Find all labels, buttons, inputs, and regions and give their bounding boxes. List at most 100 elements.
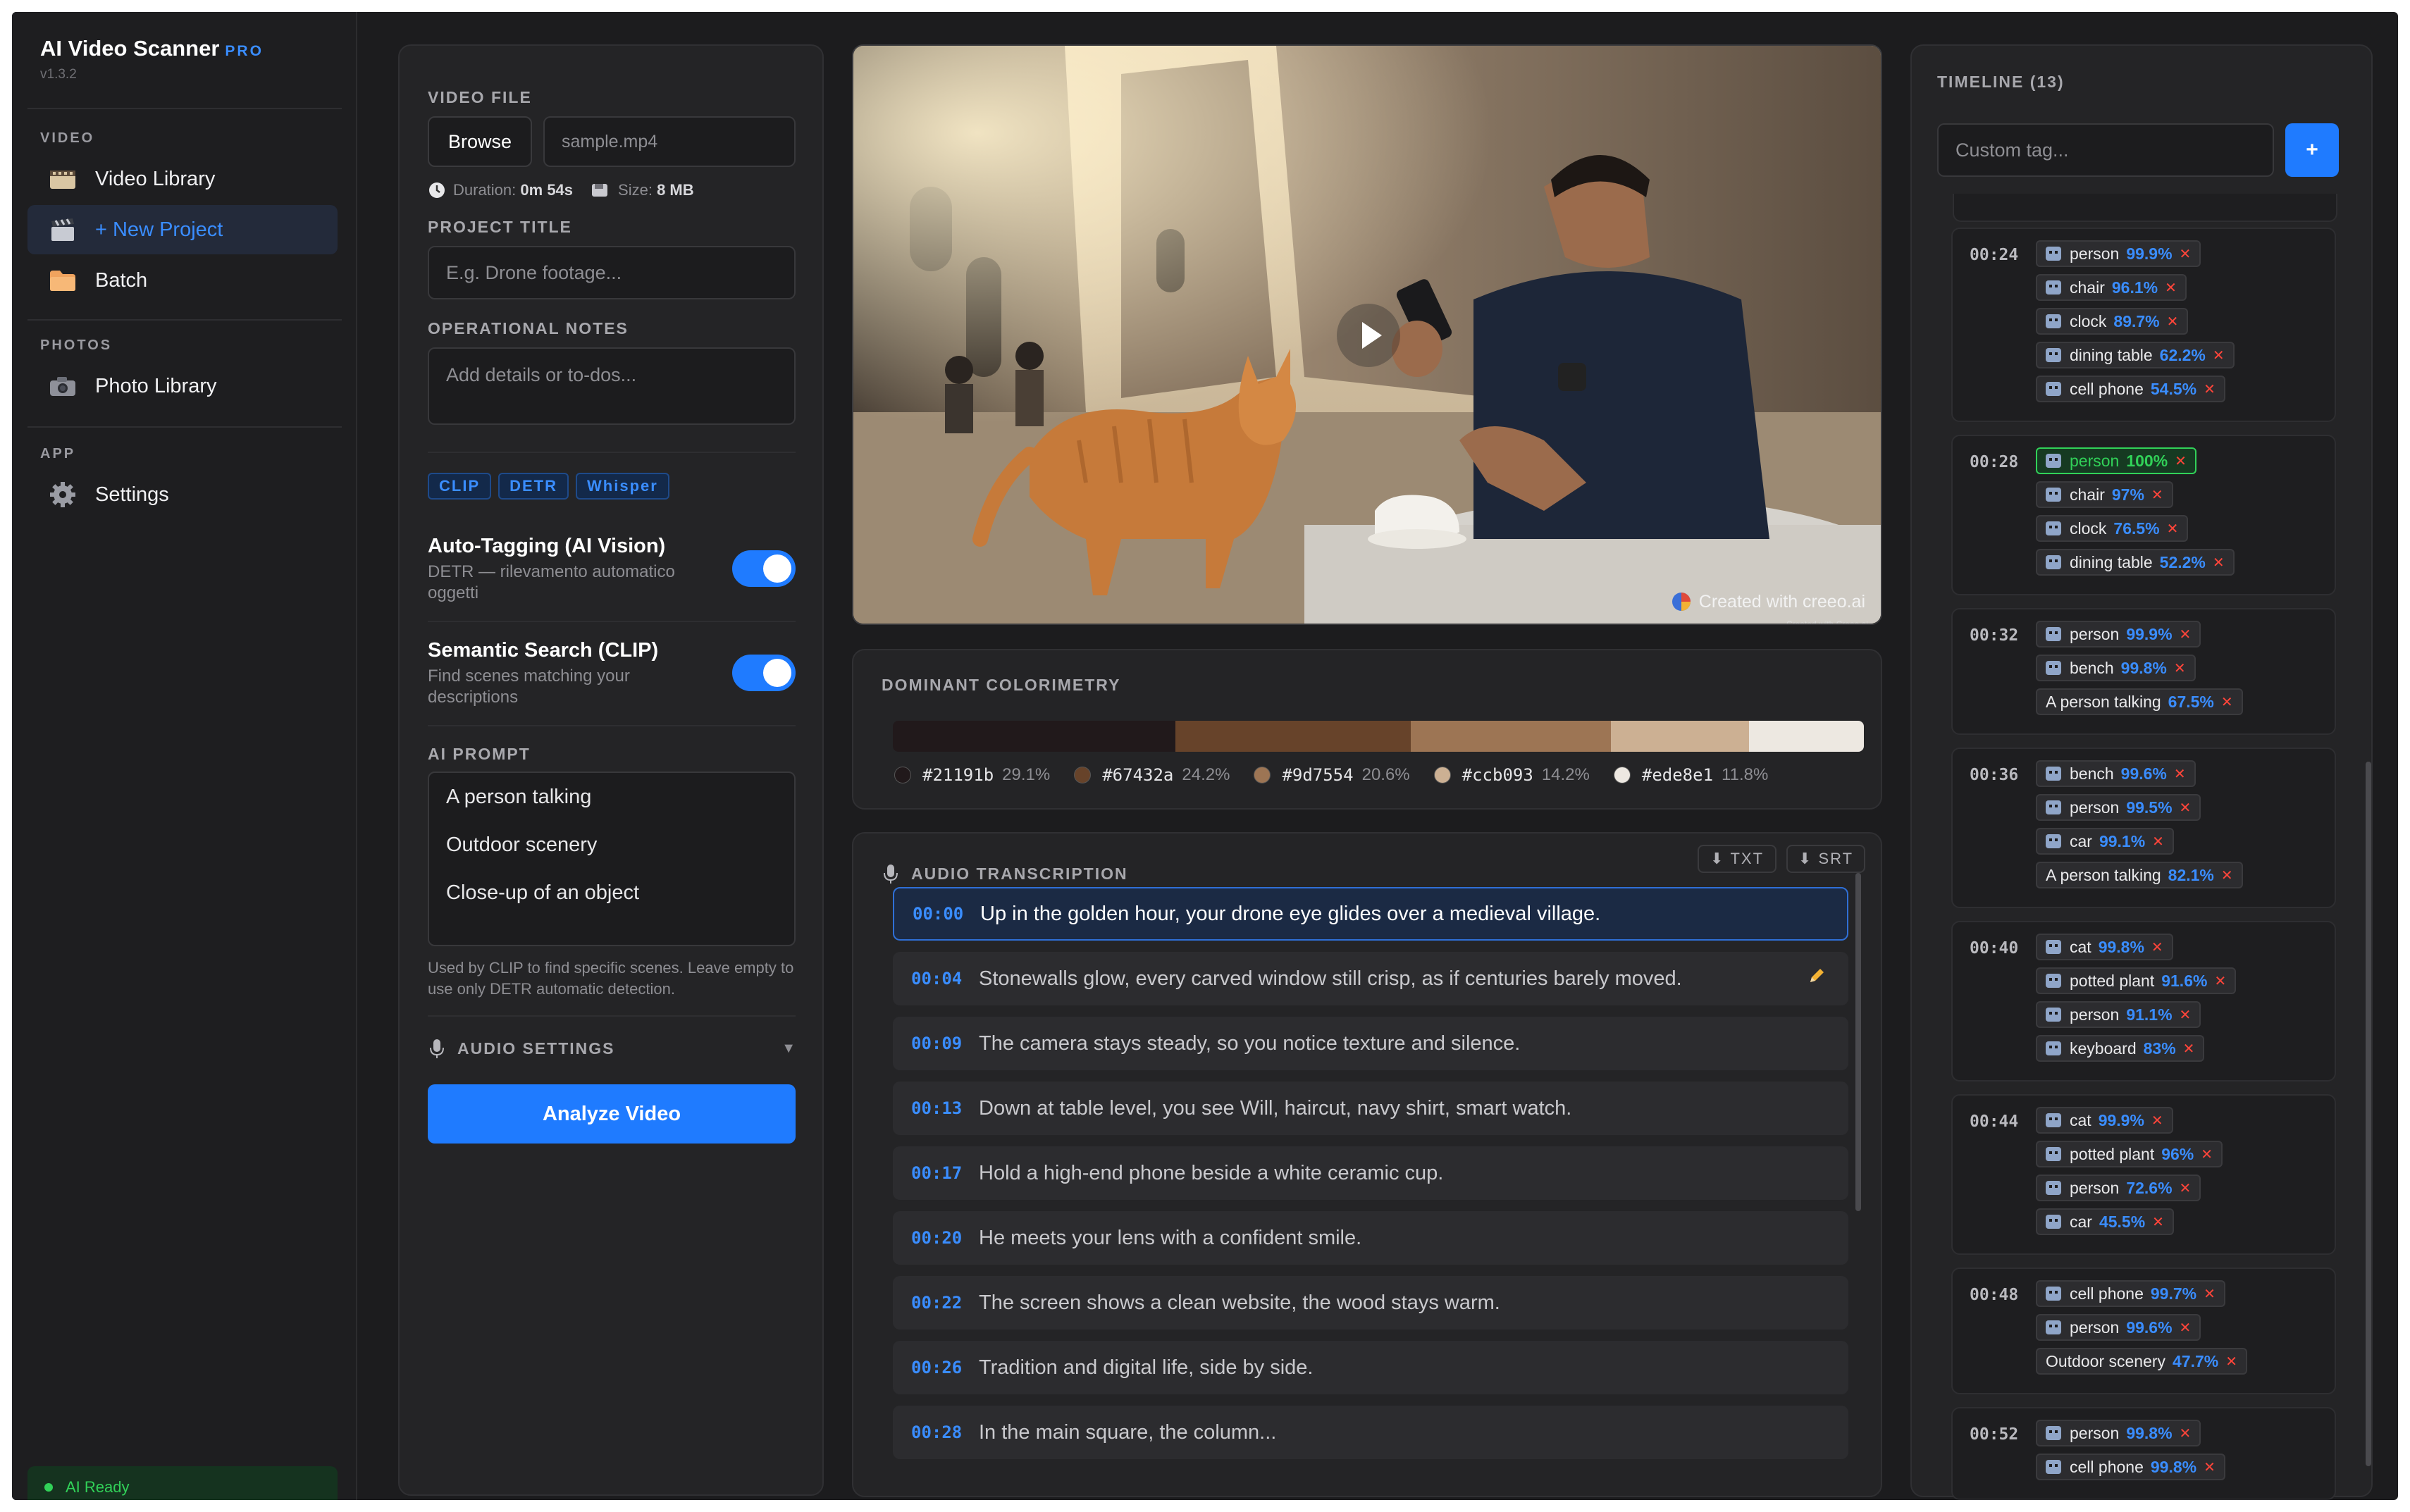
timeline-entry[interactable]: 00:36 bench 99.6% ✕ person 99.5% ✕ car 99.1% ✕ A p… xyxy=(1951,748,2336,908)
tag-chip[interactable]: person 99.9% ✕ xyxy=(2036,240,2201,267)
transcript-row[interactable]: 00:20 He meets your lens with a confident… xyxy=(893,1211,1848,1265)
remove-tag-icon[interactable]: ✕ xyxy=(2180,1006,2192,1024)
notes-textarea[interactable]: Add details or to-dos... xyxy=(428,347,796,425)
tag-chip[interactable]: cat 99.8% ✕ xyxy=(2036,934,2173,960)
remove-tag-icon[interactable]: ✕ xyxy=(2180,1179,2192,1197)
play-button[interactable] xyxy=(1337,304,1400,367)
download-srt-button[interactable]: ⬇ SRT xyxy=(1786,845,1865,873)
tag-chip[interactable]: person 99.9% ✕ xyxy=(2036,621,2201,647)
auto-tagging-toggle[interactable] xyxy=(732,550,796,587)
timeline-entry[interactable]: 00:24 person 99.9% ✕ chair 96.1% ✕ clock 89.7% ✕ d… xyxy=(1951,228,2336,422)
transcript-row[interactable]: 00:22 The screen shows a clean website, t… xyxy=(893,1276,1848,1330)
tag-chip[interactable]: bench 99.8% ✕ xyxy=(2036,655,2196,681)
tag-chip[interactable]: person 72.6% ✕ xyxy=(2036,1175,2201,1201)
tag-chip[interactable]: car 45.5% ✕ xyxy=(2036,1208,2174,1235)
remove-tag-icon[interactable]: ✕ xyxy=(2174,765,2186,783)
tag-confidence: 72.6% xyxy=(2126,1178,2173,1197)
tag-chip[interactable]: bench 99.6% ✕ xyxy=(2036,760,2196,787)
sidebar-item-settings[interactable]: Settings xyxy=(27,470,338,519)
remove-tag-icon[interactable]: ✕ xyxy=(2151,1112,2163,1129)
transcript-row[interactable]: 00:26 Tradition and digital life, side by… xyxy=(893,1341,1848,1394)
remove-tag-icon[interactable]: ✕ xyxy=(2151,938,2163,956)
tag-chip[interactable]: Outdoor scenery 47.7% ✕ xyxy=(2036,1348,2248,1375)
file-name-field[interactable]: sample.mp4 xyxy=(543,116,796,167)
tag-chip[interactable]: person 91.1% ✕ xyxy=(2036,1001,2201,1028)
custom-tag-input[interactable]: Custom tag... xyxy=(1937,123,2274,177)
transcription-scrollbar[interactable] xyxy=(1855,873,1861,1211)
ai-status-badge: AI Ready xyxy=(27,1466,338,1500)
timeline-entry[interactable]: 00:40 cat 99.8% ✕ potted plant 91.6% ✕ person 91… xyxy=(1951,921,2336,1082)
remove-tag-icon[interactable]: ✕ xyxy=(2204,380,2216,398)
tag-chip[interactable]: person 99.5% ✕ xyxy=(2036,794,2201,821)
remove-tag-icon[interactable]: ✕ xyxy=(2180,1425,2192,1442)
video-player[interactable]: Created with creeo.ai Created with Creeo… xyxy=(852,44,1882,625)
tag-chip[interactable]: A person talking 67.5% ✕ xyxy=(2036,688,2243,715)
transcript-row[interactable]: 00:09 The camera stays steady, so you not… xyxy=(893,1017,1848,1070)
timeline-scrollbar[interactable] xyxy=(2366,762,2371,1466)
tag-chip[interactable]: person 99.6% ✕ xyxy=(2036,1314,2201,1341)
remove-tag-icon[interactable]: ✕ xyxy=(2152,1213,2164,1231)
transcript-row[interactable]: 00:17 Hold a high-end phone beside a whit… xyxy=(893,1146,1848,1200)
remove-tag-icon[interactable]: ✕ xyxy=(2213,554,2225,571)
remove-tag-icon[interactable]: ✕ xyxy=(2174,659,2186,677)
tag-chip[interactable]: cell phone 99.8% ✕ xyxy=(2036,1454,2225,1480)
remove-tag-icon[interactable]: ✕ xyxy=(2175,452,2187,470)
sidebar-item-batch[interactable]: Batch xyxy=(27,256,338,305)
remove-tag-icon[interactable]: ✕ xyxy=(2183,1040,2195,1058)
add-tag-button[interactable]: + xyxy=(2285,123,2339,177)
project-title-input[interactable]: E.g. Drone footage... xyxy=(428,246,796,299)
transcript-row[interactable]: 00:13 Down at table level, you see Will, … xyxy=(893,1082,1848,1135)
tag-chip[interactable]: clock 76.5% ✕ xyxy=(2036,515,2189,542)
tag-chip[interactable]: potted plant 91.6% ✕ xyxy=(2036,967,2237,994)
transcript-row[interactable]: 00:04 Stonewalls glow, every carved windo… xyxy=(893,952,1848,1005)
transcript-row[interactable]: 00:28 In the main square, the column... xyxy=(893,1406,1848,1459)
tag-chip[interactable]: chair 96.1% ✕ xyxy=(2036,274,2187,301)
pencil-icon[interactable] xyxy=(1806,965,1827,992)
tag-chip[interactable]: A person talking 82.1% ✕ xyxy=(2036,862,2243,888)
remove-tag-icon[interactable]: ✕ xyxy=(2165,279,2177,297)
remove-tag-icon[interactable]: ✕ xyxy=(2180,626,2192,643)
tag-chip[interactable]: cell phone 99.7% ✕ xyxy=(2036,1280,2225,1307)
sidebar-item-new-project[interactable]: + New Project xyxy=(27,205,338,254)
remove-tag-icon[interactable]: ✕ xyxy=(2213,347,2225,364)
remove-tag-icon[interactable]: ✕ xyxy=(2180,799,2192,817)
remove-tag-icon[interactable]: ✕ xyxy=(2167,313,2179,330)
tag-chip[interactable]: clock 89.7% ✕ xyxy=(2036,308,2189,335)
tag-chip[interactable]: chair 97% ✕ xyxy=(2036,481,2173,508)
timeline-entry[interactable]: 00:52 person 99.8% ✕ cell phone 99.8% ✕ xyxy=(1951,1407,2336,1500)
remove-tag-icon[interactable]: ✕ xyxy=(2221,867,2233,884)
browse-button[interactable]: Browse xyxy=(428,116,532,167)
tag-chip[interactable]: person 99.8% ✕ xyxy=(2036,1420,2201,1446)
analyze-video-button[interactable]: Analyze Video xyxy=(428,1084,796,1144)
timeline-entry[interactable]: 00:44 cat 99.9% ✕ potted plant 96% ✕ person 72.6… xyxy=(1951,1094,2336,1255)
timeline-entry[interactable]: 00:48 cell phone 99.7% ✕ person 99.6% ✕ Outdoor… xyxy=(1951,1268,2336,1394)
remove-tag-icon[interactable]: ✕ xyxy=(2214,972,2226,990)
remove-tag-icon[interactable]: ✕ xyxy=(2180,1319,2192,1337)
remove-tag-icon[interactable]: ✕ xyxy=(2225,1353,2237,1370)
timeline-entry[interactable]: 00:32 person 99.9% ✕ bench 99.8% ✕ A person tal… xyxy=(1951,608,2336,735)
sidebar-item-video-library[interactable]: Video Library xyxy=(27,154,338,204)
timeline-entry[interactable]: 00:28 person 100% ✕ chair 97% ✕ clock 76.5% ✕ dini… xyxy=(1951,435,2336,595)
semantic-search-toggle[interactable] xyxy=(732,655,796,691)
tag-chip[interactable]: cell phone 54.5% ✕ xyxy=(2036,376,2225,402)
tag-chip[interactable]: keyboard 83% ✕ xyxy=(2036,1035,2205,1062)
remove-tag-icon[interactable]: ✕ xyxy=(2201,1146,2213,1163)
audio-settings-toggle[interactable]: AUDIO SETTINGS ▼ xyxy=(428,1038,796,1059)
tag-chip[interactable]: dining table 62.2% ✕ xyxy=(2036,342,2235,368)
remove-tag-icon[interactable]: ✕ xyxy=(2221,693,2233,711)
tag-chip[interactable]: person 100% ✕ xyxy=(2036,447,2196,474)
remove-tag-icon[interactable]: ✕ xyxy=(2151,486,2163,504)
download-txt-button[interactable]: ⬇ TXT xyxy=(1698,845,1776,873)
remove-tag-icon[interactable]: ✕ xyxy=(2204,1285,2216,1303)
tag-chip[interactable]: cat 99.9% ✕ xyxy=(2036,1107,2173,1134)
remove-tag-icon[interactable]: ✕ xyxy=(2204,1458,2216,1476)
sidebar-item-photo-library[interactable]: Photo Library xyxy=(27,361,338,411)
transcript-row[interactable]: 00:00 Up in the golden hour, your drone e… xyxy=(893,887,1848,941)
remove-tag-icon[interactable]: ✕ xyxy=(2167,520,2179,538)
tag-chip[interactable]: car 99.1% ✕ xyxy=(2036,828,2174,855)
remove-tag-icon[interactable]: ✕ xyxy=(2152,833,2164,850)
tag-chip[interactable]: dining table 52.2% ✕ xyxy=(2036,549,2235,576)
prompt-textarea[interactable]: A person talking Outdoor scenery Close-u… xyxy=(428,772,796,946)
tag-chip[interactable]: potted plant 96% ✕ xyxy=(2036,1141,2223,1167)
remove-tag-icon[interactable]: ✕ xyxy=(2180,245,2192,263)
